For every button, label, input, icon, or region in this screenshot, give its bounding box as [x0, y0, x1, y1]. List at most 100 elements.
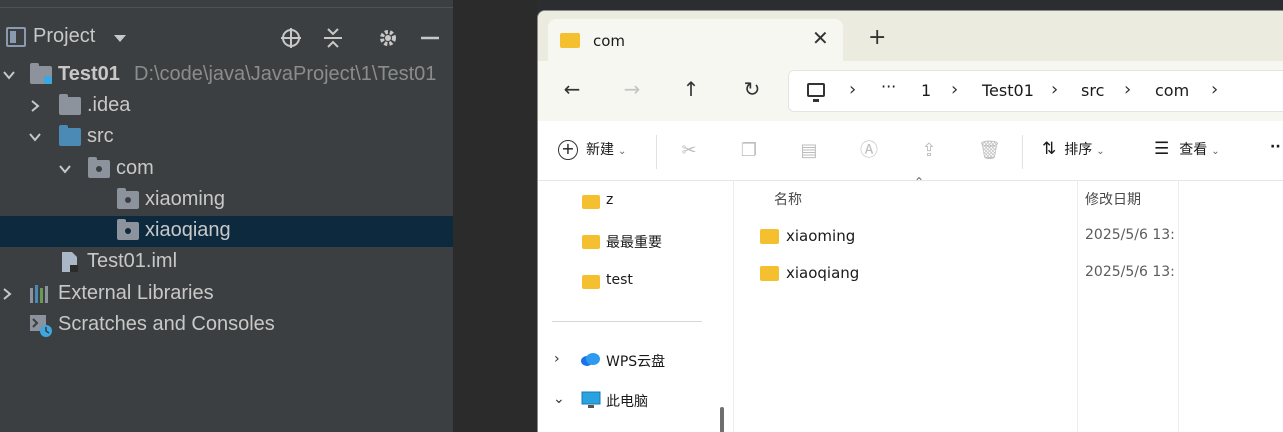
tree-item-xiaoqiang[interactable]: xiaoqiang	[0, 216, 453, 247]
tree-item-idea[interactable]: .idea	[0, 91, 453, 122]
gear-icon[interactable]	[376, 26, 400, 50]
folder-icon	[582, 195, 600, 209]
breadcrumb-1[interactable]: 1	[921, 81, 931, 100]
divider	[1022, 135, 1023, 169]
sort-icon: ⇅	[1042, 139, 1057, 159]
tree-item-test01[interactable]: Test01 D:\code\java\JavaProject\1\Test01	[0, 60, 453, 91]
collapse-all-icon[interactable]	[321, 26, 345, 50]
editor-area	[453, 0, 537, 432]
tree-item-label: xiaoming	[145, 188, 226, 210]
tree-item-path: D:\code\java\JavaProject\1\Test01	[134, 63, 437, 85]
locate-icon[interactable]	[279, 26, 303, 50]
chevron-right-icon: ›	[1211, 79, 1219, 100]
chevron-down-icon[interactable]	[114, 35, 126, 42]
project-panel-header: Project	[0, 22, 453, 54]
column-divider[interactable]	[1077, 181, 1078, 432]
file-row[interactable]: xiaoqiang 2025/5/6 13:	[760, 260, 1280, 288]
chevron-down-icon: ⌄	[618, 146, 627, 157]
delete-icon[interactable]: 🗑	[978, 140, 1001, 162]
chevron-down-icon[interactable]	[2, 68, 16, 82]
breadcrumb-src[interactable]: src	[1081, 81, 1104, 100]
new-label: 新建	[586, 142, 614, 158]
tree-item-test01-iml[interactable]: Test01.iml	[0, 247, 453, 278]
sort-label: 排序	[1064, 142, 1093, 158]
folder-icon	[560, 33, 580, 48]
tab-bar: com ✕ +	[538, 11, 1283, 61]
up-arrow-icon[interactable]: ↑	[679, 77, 703, 101]
column-header-name[interactable]: 名称	[774, 189, 802, 209]
nav-item-z[interactable]: z	[606, 192, 613, 208]
address-bar[interactable]: › ··· 1 › Test01 › src › com ›	[788, 70, 1283, 112]
view-label: 查看	[1179, 142, 1208, 158]
refresh-icon[interactable]: ↻	[740, 77, 764, 101]
file-name: xiaoqiang	[786, 264, 860, 282]
computer-icon	[807, 83, 825, 102]
back-arrow-icon[interactable]: ←	[560, 77, 584, 101]
folder-icon	[582, 275, 600, 289]
plus-circle-icon: +	[558, 140, 578, 160]
navigation-bar: ← → ↑ ↻ › ··· 1 › Test01 › src › com ›	[538, 61, 1283, 121]
rename-icon[interactable]: Ⓐ	[858, 140, 880, 162]
new-tab-button[interactable]: +	[868, 25, 886, 50]
tree-item-external-libraries[interactable]: External Libraries	[0, 279, 453, 310]
sort-button[interactable]: ⇅ 排序 ⌄	[1042, 139, 1105, 159]
tab-com[interactable]: com ✕	[548, 19, 843, 61]
nav-item-important[interactable]: 最最重要	[606, 232, 662, 252]
tree-item-label: External Libraries	[58, 282, 214, 304]
more-options-icon[interactable]: ··	[1270, 139, 1281, 155]
monitor-icon	[581, 391, 601, 408]
command-bar: + 新建 ⌄ ✂ ❐ ▤ Ⓐ ⇪ 🗑 ⇅ 排序 ⌄ ☰ 查看 ⌄ ··	[538, 121, 1283, 181]
chevron-right-icon[interactable]: ›	[554, 351, 560, 367]
view-button[interactable]: ☰ 查看 ⌄	[1154, 139, 1220, 159]
tree-item-src[interactable]: src	[0, 122, 453, 153]
tree-item-scratches[interactable]: Scratches and Consoles	[0, 310, 453, 341]
file-row[interactable]: xiaoming 2025/5/6 13:	[760, 223, 1280, 251]
breadcrumb-com[interactable]: com	[1155, 81, 1189, 100]
tree-item-label: Scratches and Consoles	[58, 313, 275, 335]
tree-item-com[interactable]: com	[0, 154, 453, 185]
column-divider[interactable]	[1178, 181, 1179, 432]
new-button[interactable]: + 新建 ⌄	[558, 139, 626, 160]
chevron-down-icon[interactable]	[28, 130, 42, 144]
tab-label: com	[593, 32, 626, 50]
minimize-icon[interactable]	[418, 26, 442, 50]
navigation-pane: z 最最重要 test › WPS云盘 ⌄ 此电脑	[538, 181, 733, 432]
folder-icon	[582, 235, 600, 249]
chevron-down-icon[interactable]: ⌄	[553, 391, 565, 407]
iml-file-icon	[62, 252, 78, 272]
scrollbar[interactable]	[720, 407, 724, 432]
breadcrumb-test01[interactable]: Test01	[982, 81, 1034, 100]
tree-item-label: xiaoqiang	[145, 219, 231, 241]
cut-icon[interactable]: ✂	[678, 140, 700, 162]
folder-icon	[760, 229, 779, 244]
sort-up-icon: ⌃	[914, 175, 925, 189]
chevron-right-icon[interactable]	[28, 99, 42, 113]
nav-item-wps-cloud[interactable]: WPS云盘	[606, 351, 665, 371]
nav-item-test[interactable]: test	[606, 272, 633, 288]
close-icon[interactable]: ✕	[812, 26, 829, 50]
ide-top-strip	[0, 0, 453, 8]
tree-item-label: Test01	[58, 63, 120, 85]
tree-item-label: src	[87, 125, 114, 147]
more-path-icon[interactable]: ···	[881, 77, 896, 96]
view-list-icon: ☰	[1154, 139, 1170, 159]
folder-icon	[760, 266, 779, 281]
file-date: 2025/5/6 13:	[1085, 264, 1175, 280]
column-header-date[interactable]: 修改日期	[1085, 189, 1141, 209]
chevron-right-icon[interactable]	[0, 287, 14, 301]
project-panel-title[interactable]: Project	[33, 25, 95, 48]
file-list: ⌃ 名称 修改日期 xiaoming 2025/5/6 13: xiaoqian…	[734, 175, 1283, 432]
paste-icon[interactable]: ▤	[798, 140, 820, 162]
chevron-down-icon[interactable]	[58, 162, 72, 176]
nav-item-this-pc[interactable]: 此电脑	[606, 391, 648, 411]
file-explorer-window: com ✕ + ← → ↑ ↻ › ··· 1 › Test01 › src ›…	[537, 10, 1283, 432]
cloud-icon	[581, 353, 600, 366]
tree-item-xiaoming[interactable]: xiaoming	[0, 185, 453, 216]
copy-icon[interactable]: ❐	[738, 140, 760, 162]
folder-icon	[59, 94, 81, 115]
forward-arrow-icon[interactable]: →	[620, 77, 644, 101]
file-date: 2025/5/6 13:	[1085, 227, 1175, 243]
share-icon[interactable]: ⇪	[918, 140, 940, 162]
project-window-icon	[6, 27, 26, 47]
divider	[656, 135, 657, 169]
